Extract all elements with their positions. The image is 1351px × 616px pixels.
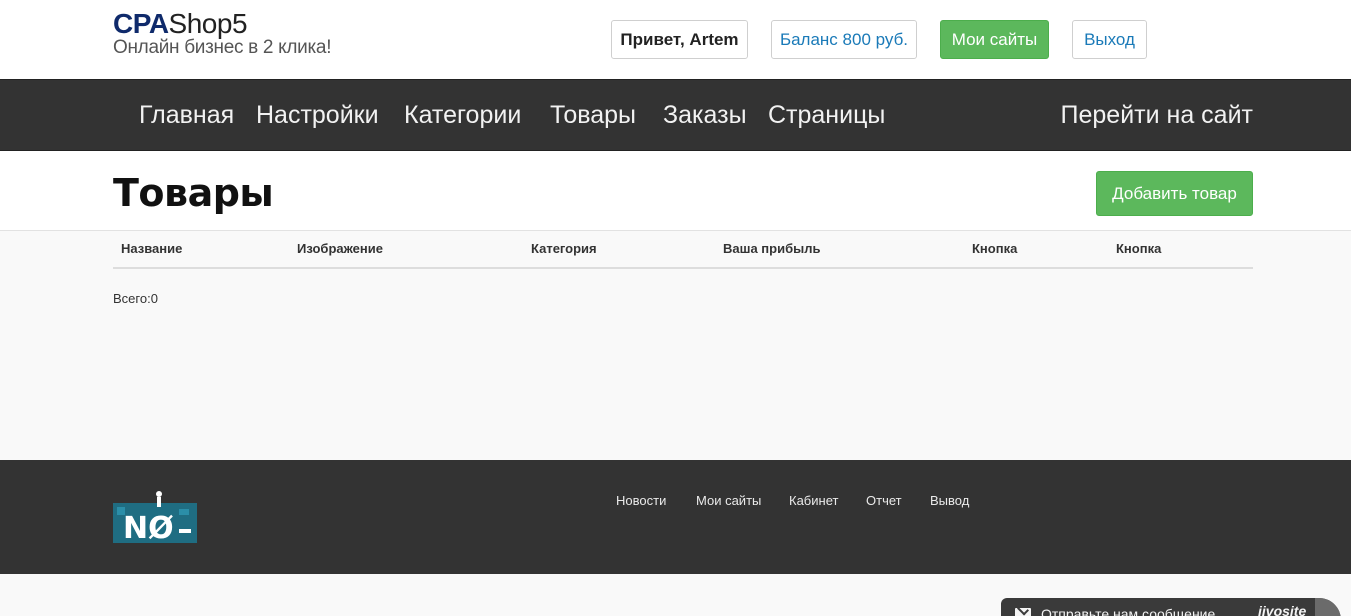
products-table-header: Название Изображение Категория Ваша приб… <box>113 231 1253 269</box>
site-logo[interactable]: CPAShop5 Онлайн бизнес в 2 клика! <box>113 8 332 58</box>
page-title: Товары <box>113 171 274 215</box>
nav-goto-site[interactable]: Перейти на сайт <box>1061 100 1253 130</box>
site-footer: NØ Новости Мои сайты Кабинет Отчет Вывод <box>0 460 1351 574</box>
svg-text:NØ: NØ <box>123 511 174 545</box>
column-header-name[interactable]: Название <box>121 241 182 256</box>
total-count: Всего:0 <box>113 291 158 306</box>
logo-tagline: Онлайн бизнес в 2 клика! <box>113 37 332 58</box>
add-product-button[interactable]: Добавить товар <box>1096 171 1253 216</box>
footer-link-report[interactable]: Отчет <box>866 493 902 508</box>
column-header-image[interactable]: Изображение <box>297 241 383 256</box>
page-title-bar: Товары Добавить товар <box>0 151 1351 231</box>
footer-link-withdraw[interactable]: Вывод <box>930 493 969 508</box>
column-header-category[interactable]: Категория <box>531 241 597 256</box>
top-header: CPAShop5 Онлайн бизнес в 2 клика! Привет… <box>0 0 1351 79</box>
logo-cpa-text: CPA <box>113 8 169 39</box>
footer-logo-icon[interactable]: NØ <box>113 489 199 546</box>
column-header-profit[interactable]: Ваша прибыль <box>723 241 820 256</box>
column-header-button-1[interactable]: Кнопка <box>972 241 1017 256</box>
nav-categories[interactable]: Категории <box>404 100 521 130</box>
footer-link-cabinet[interactable]: Кабинет <box>789 493 838 508</box>
nav-products[interactable]: Товары <box>550 100 636 130</box>
nav-orders[interactable]: Заказы <box>663 100 747 130</box>
nav-home[interactable]: Главная <box>139 100 234 130</box>
envelope-icon <box>1015 608 1031 616</box>
nav-settings[interactable]: Настройки <box>256 100 379 130</box>
chat-brand-label: jivosite <box>1258 603 1307 616</box>
balance-button[interactable]: Баланс 800 руб. <box>771 20 917 59</box>
my-sites-button[interactable]: Мои сайты <box>940 20 1049 59</box>
logo-shop-text: Shop5 <box>168 8 248 39</box>
footer-link-news[interactable]: Новости <box>616 493 666 508</box>
nav-pages[interactable]: Страницы <box>768 100 885 130</box>
chat-widget[interactable]: Отправьте нам сообщение jivosite <box>1001 598 1341 616</box>
chat-widget-label: Отправьте нам сообщение <box>1041 606 1216 616</box>
footer-link-my-sites[interactable]: Мои сайты <box>696 493 761 508</box>
column-header-button-2[interactable]: Кнопка <box>1116 241 1161 256</box>
logout-button[interactable]: Выход <box>1072 20 1147 59</box>
main-navbar: Главная Настройки Категории Товары Заказ… <box>0 79 1351 151</box>
greeting-button[interactable]: Привет, Artem <box>611 20 748 59</box>
chat-corner-tab <box>1315 598 1341 616</box>
